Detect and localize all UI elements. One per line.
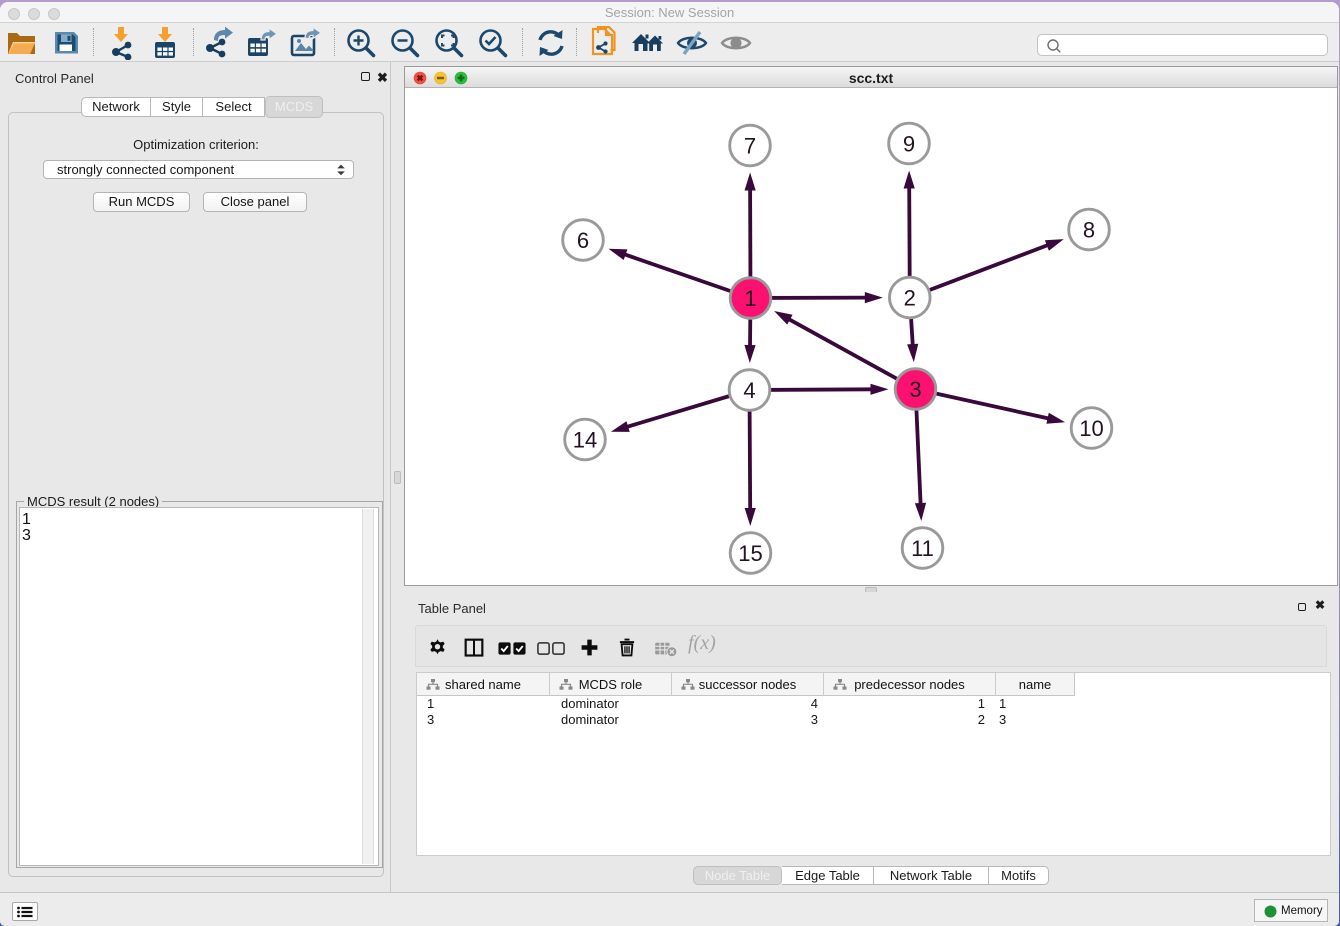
svg-text:14: 14	[573, 427, 597, 452]
svg-text:11: 11	[911, 536, 934, 561]
svg-text:8: 8	[1083, 217, 1095, 242]
svg-text:2: 2	[904, 285, 916, 310]
svg-text:7: 7	[744, 133, 756, 158]
svg-text:10: 10	[1079, 416, 1103, 441]
svg-text:4: 4	[743, 378, 755, 403]
svg-text:1: 1	[744, 286, 756, 311]
svg-text:9: 9	[903, 131, 915, 156]
svg-text:6: 6	[577, 228, 589, 253]
svg-text:3: 3	[909, 377, 921, 402]
svg-text:15: 15	[738, 541, 762, 566]
